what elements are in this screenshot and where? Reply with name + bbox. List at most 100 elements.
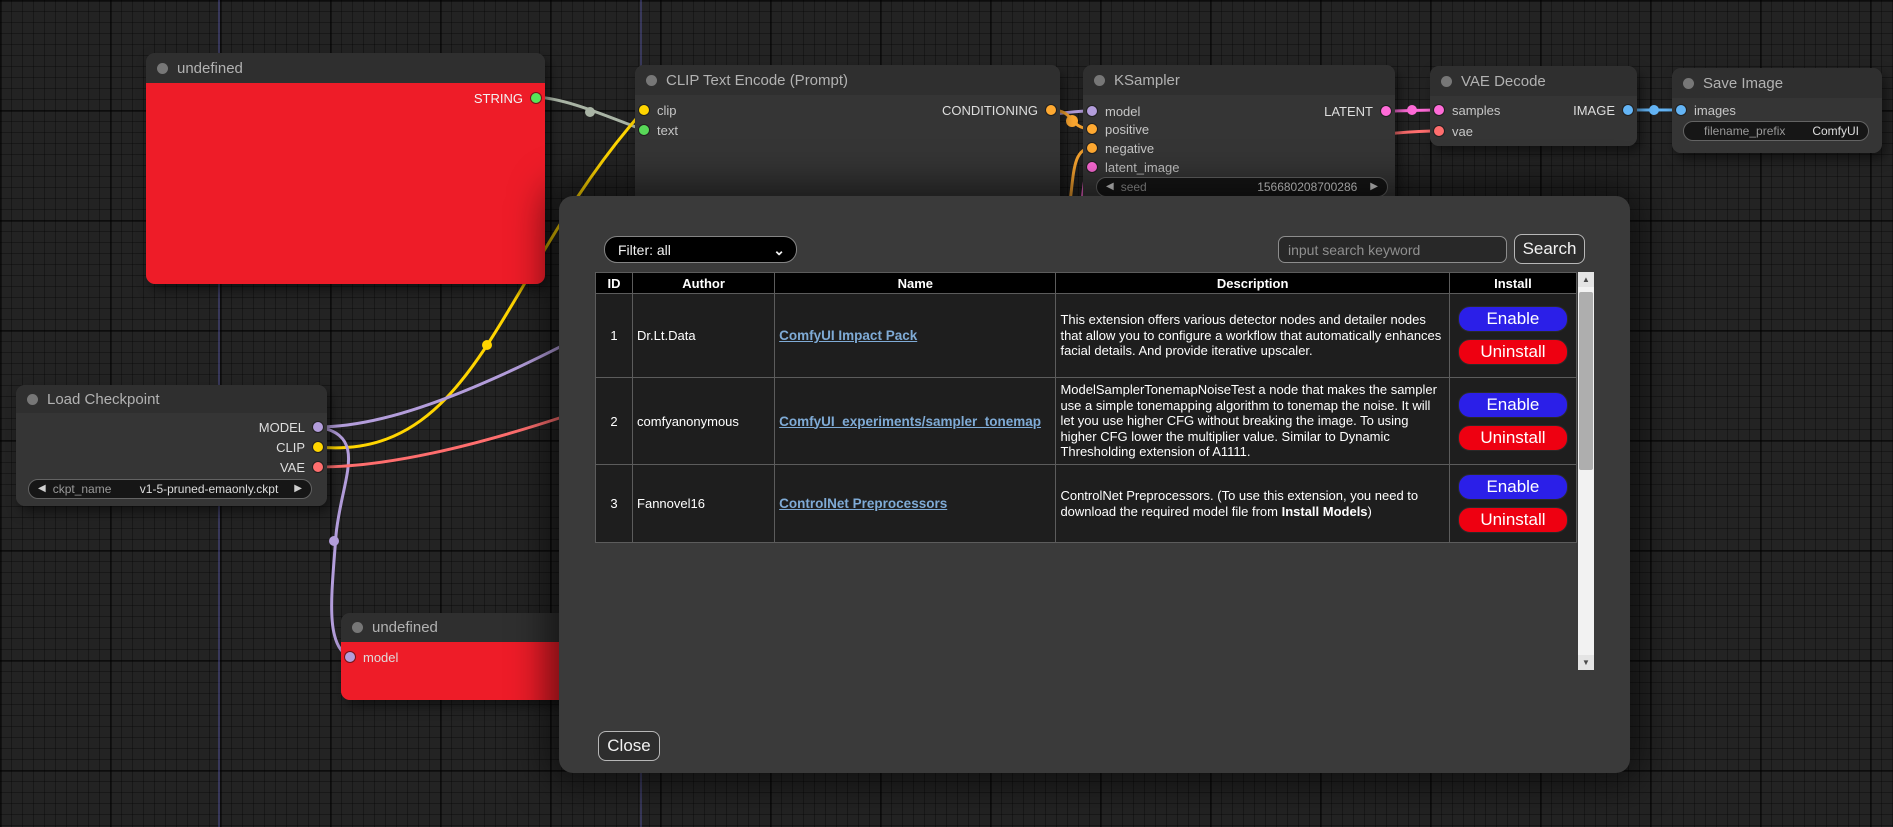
node-vae-decode[interactable]: VAE Decode samples vae IMAGE: [1430, 66, 1637, 146]
widget-decrement-icon[interactable]: ◀: [38, 484, 46, 494]
node-title-text: Save Image: [1703, 75, 1783, 92]
table-row: 1 Dr.Lt.Data ComfyUI Impact Pack This ex…: [596, 294, 1577, 378]
close-button[interactable]: Close: [598, 731, 660, 761]
node-collapse-icon[interactable]: [157, 63, 168, 74]
seed-widget[interactable]: ◀ seed 156680208700286 ▶: [1096, 177, 1388, 197]
node-ksampler[interactable]: KSampler model positive negative latent_…: [1083, 65, 1395, 210]
output-label: CONDITIONING: [942, 103, 1038, 118]
output-label: VAE: [280, 460, 305, 475]
node-collapse-icon[interactable]: [1683, 78, 1694, 89]
output-slot-clip[interactable]: [313, 442, 323, 452]
input-slot-latent-image[interactable]: [1087, 162, 1097, 172]
output-label: STRING: [474, 91, 523, 106]
cell-author: Fannovel16: [633, 465, 775, 543]
header-name: Name: [775, 273, 1056, 294]
input-label: images: [1694, 103, 1736, 118]
ckpt-name-widget[interactable]: ◀ ckpt_name v1-5-pruned-emaonly.ckpt ▶: [28, 479, 312, 499]
input-slot-images[interactable]: [1676, 105, 1686, 115]
input-slot-model[interactable]: [1087, 106, 1097, 116]
description-text: ): [1368, 504, 1372, 519]
node-collapse-icon[interactable]: [646, 75, 657, 86]
widget-name: seed: [1121, 180, 1147, 194]
node-title-text: Load Checkpoint: [47, 391, 160, 408]
input-label: positive: [1105, 122, 1149, 137]
widget-increment-icon[interactable]: ▶: [294, 484, 302, 494]
output-label: LATENT: [1324, 104, 1373, 119]
node-title-bar[interactable]: VAE Decode: [1430, 66, 1637, 96]
extension-link[interactable]: ControlNet Preprocessors: [779, 496, 947, 511]
input-label: latent_image: [1105, 160, 1179, 175]
node-title-bar[interactable]: CLIP Text Encode (Prompt): [635, 65, 1060, 95]
widget-value[interactable]: v1-5-pruned-emaonly.ckpt: [140, 482, 279, 496]
scroll-up-icon[interactable]: ▲: [1578, 272, 1594, 287]
extension-link[interactable]: ComfyUI_experiments/sampler_tonemap: [779, 414, 1041, 429]
custom-nodes-manager-dialog: Filter: all ⌄ Search ID Author Name Desc…: [559, 196, 1630, 773]
output-slot-model[interactable]: [313, 422, 323, 432]
widget-value[interactable]: 156680208700286: [1257, 180, 1357, 194]
node-collapse-icon[interactable]: [1094, 75, 1105, 86]
widget-increment-icon[interactable]: ▶: [1370, 182, 1378, 192]
output-slot-vae[interactable]: [313, 462, 323, 472]
node-title-text: KSampler: [1114, 72, 1180, 89]
scroll-down-icon[interactable]: ▼: [1578, 655, 1594, 670]
input-slot-text[interactable]: [639, 125, 649, 135]
output-slot-latent[interactable]: [1381, 106, 1391, 116]
header-id: ID: [596, 273, 633, 294]
node-undefined-top[interactable]: undefined STRING: [146, 53, 545, 284]
uninstall-button[interactable]: Uninstall: [1458, 339, 1568, 365]
widget-value[interactable]: ComfyUI: [1812, 124, 1859, 138]
node-title-bar[interactable]: Load Checkpoint: [16, 385, 327, 413]
input-slot-vae[interactable]: [1434, 126, 1444, 136]
cell-author: Dr.Lt.Data: [633, 294, 775, 378]
cell-id: 3: [596, 465, 633, 543]
input-slot-clip[interactable]: [639, 105, 649, 115]
chevron-down-icon: ⌄: [773, 246, 785, 254]
table-row: 3 Fannovel16 ControlNet Preprocessors Co…: [596, 465, 1577, 543]
header-install: Install: [1449, 273, 1576, 294]
cell-author: comfyanonymous: [633, 378, 775, 465]
input-slot-model[interactable]: [345, 652, 355, 662]
cell-id: 2: [596, 378, 633, 465]
node-collapse-icon[interactable]: [1441, 76, 1452, 87]
output-slot-image[interactable]: [1623, 105, 1633, 115]
uninstall-button[interactable]: Uninstall: [1458, 507, 1568, 533]
extensions-table: ID Author Name Description Install 1 Dr.…: [595, 272, 1577, 543]
input-label: text: [657, 123, 678, 138]
node-save-image[interactable]: Save Image images filename_prefix ComfyU…: [1672, 68, 1882, 153]
node-title-bar[interactable]: KSampler: [1083, 65, 1395, 95]
uninstall-button[interactable]: Uninstall: [1458, 425, 1568, 451]
input-slot-samples[interactable]: [1434, 105, 1444, 115]
node-title-bar[interactable]: undefined: [146, 53, 545, 83]
table-scrollbar[interactable]: ▲ ▼: [1578, 272, 1594, 670]
cell-install: Enable Uninstall: [1449, 378, 1576, 465]
header-author: Author: [633, 273, 775, 294]
output-slot-conditioning[interactable]: [1046, 105, 1056, 115]
node-title-bar[interactable]: Save Image: [1672, 68, 1882, 98]
input-label: samples: [1452, 103, 1500, 118]
scrollbar-thumb[interactable]: [1579, 292, 1593, 470]
node-undefined-bottom[interactable]: undefined model: [341, 613, 581, 700]
output-slot-string[interactable]: [531, 93, 541, 103]
search-button[interactable]: Search: [1514, 234, 1585, 264]
input-slot-positive[interactable]: [1087, 124, 1097, 134]
enable-button[interactable]: Enable: [1458, 474, 1568, 500]
node-collapse-icon[interactable]: [352, 622, 363, 633]
node-title-text: CLIP Text Encode (Prompt): [666, 72, 848, 89]
widget-decrement-icon[interactable]: ◀: [1106, 182, 1114, 192]
enable-button[interactable]: Enable: [1458, 306, 1568, 332]
filter-select[interactable]: Filter: all ⌄: [604, 236, 797, 263]
description-bold-text: Install Models: [1282, 504, 1368, 519]
node-load-checkpoint[interactable]: Load Checkpoint MODEL CLIP VAE ◀ ckpt_na…: [16, 385, 327, 506]
input-slot-negative[interactable]: [1087, 143, 1097, 153]
filter-select-value: Filter: all: [618, 242, 671, 258]
node-title-bar[interactable]: undefined: [341, 613, 581, 642]
cell-description: This extension offers various detector n…: [1056, 294, 1449, 378]
search-input[interactable]: [1278, 236, 1507, 263]
filename-prefix-widget[interactable]: filename_prefix ComfyUI: [1683, 121, 1869, 141]
extension-link[interactable]: ComfyUI Impact Pack: [779, 328, 917, 343]
cell-description: ControlNet Preprocessors. (To use this e…: [1056, 465, 1449, 543]
node-collapse-icon[interactable]: [27, 394, 38, 405]
cell-install: Enable Uninstall: [1449, 465, 1576, 543]
widget-name: ckpt_name: [53, 482, 112, 496]
enable-button[interactable]: Enable: [1458, 392, 1568, 418]
